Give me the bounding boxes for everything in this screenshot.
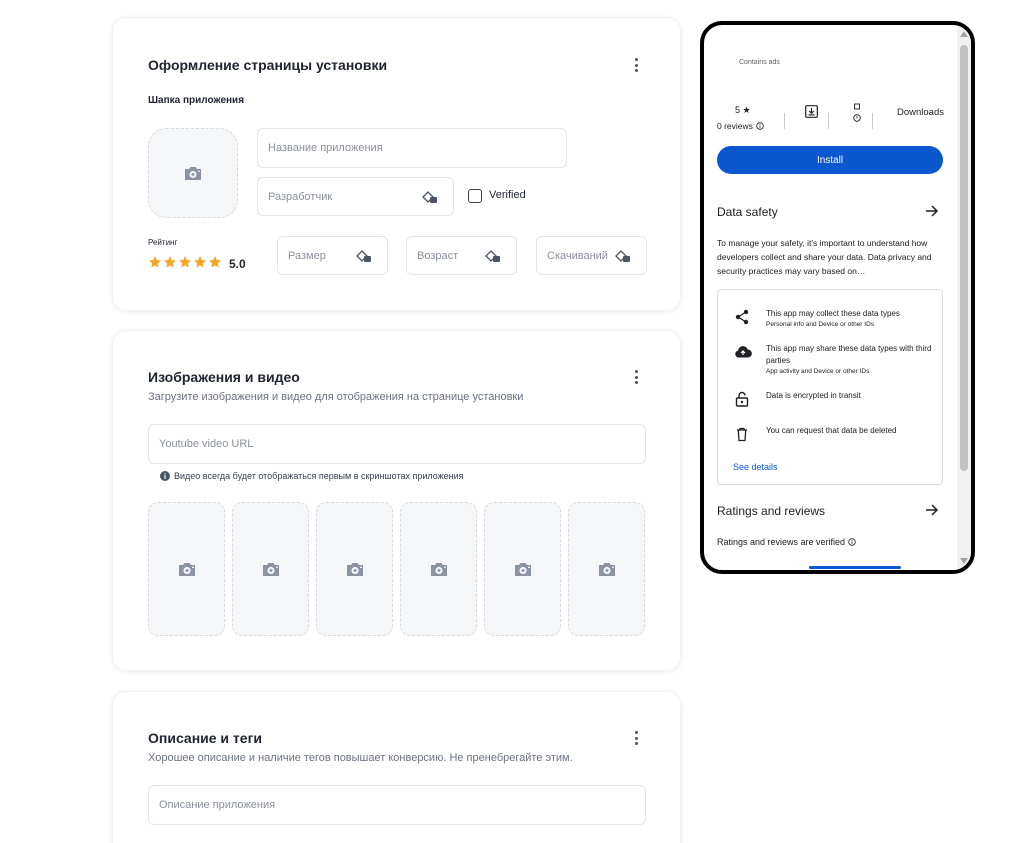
preview-reviews-text: 0 reviews xyxy=(717,121,753,131)
youtube-url-placeholder: Youtube video URL xyxy=(159,438,254,450)
star-icon[interactable] xyxy=(148,255,162,269)
app-name-placeholder: Название приложения xyxy=(268,142,383,154)
info-outline-icon xyxy=(848,538,856,546)
phone-preview: Contains ads 5 ★ 0 reviews Downloads Ins… xyxy=(700,21,975,574)
lock-icon xyxy=(735,391,749,407)
data-safety-text: To manage your safety, it's important to… xyxy=(717,238,932,276)
camera-plus-icon xyxy=(262,563,279,576)
data-safety-title: Data safety xyxy=(717,205,778,219)
safety-item-sub: Personal info and Device or other IDs xyxy=(766,321,875,328)
downloads-input[interactable]: Скачиваний xyxy=(536,236,647,275)
screenshot-upload-slot[interactable] xyxy=(148,502,225,636)
rating-label: Рейтинг xyxy=(148,238,178,247)
scroll-down-arrow-icon[interactable] xyxy=(960,558,968,564)
screenshot-upload-slot[interactable] xyxy=(232,502,309,636)
age-rating-icon xyxy=(853,103,861,122)
star-icon[interactable] xyxy=(208,255,222,269)
app-name-input[interactable]: Название приложения xyxy=(257,128,567,168)
safety-item-title: This app may share these data types with… xyxy=(766,344,932,365)
age-placeholder: Возраст xyxy=(417,249,459,262)
ai-generate-icon[interactable] xyxy=(484,248,502,264)
safety-item-sub: App activity and Device or other IDs xyxy=(766,368,870,375)
camera-plus-icon xyxy=(178,563,195,576)
see-details-link[interactable]: See details xyxy=(733,462,778,472)
stats-divider xyxy=(872,113,873,129)
data-safety-box: This app may collect these data types Pe… xyxy=(717,289,943,485)
preview-reviews: 0 reviews xyxy=(717,121,764,131)
camera-plus-icon xyxy=(185,167,201,180)
safety-item-title: This app may collect these data types xyxy=(766,309,900,318)
ratings-verified-text: Ratings and reviews are verified xyxy=(717,537,846,547)
stats-divider xyxy=(828,113,829,129)
ratings-title: Ratings and reviews xyxy=(717,504,826,518)
camera-plus-icon xyxy=(346,563,363,576)
verified-label: Verified xyxy=(489,189,526,201)
preview-scrollbar[interactable] xyxy=(957,25,971,570)
youtube-url-input[interactable]: Youtube video URL xyxy=(148,424,646,464)
safety-item-title: Data is encrypted in transit xyxy=(766,391,861,400)
scroll-thumb[interactable] xyxy=(960,45,968,471)
screenshot-upload-slot[interactable] xyxy=(400,502,477,636)
stats-divider xyxy=(784,113,785,129)
cloud-upload-icon xyxy=(735,346,752,358)
scroll-up-arrow-icon[interactable] xyxy=(960,31,968,37)
downloads-placeholder: Скачиваний xyxy=(547,249,608,262)
screenshot-upload-slot[interactable] xyxy=(484,502,561,636)
install-page-card: Оформление страницы установки Шапка прил… xyxy=(112,17,681,311)
ratings-arrow-icon[interactable] xyxy=(925,503,939,517)
info-icon xyxy=(160,471,170,481)
trash-icon xyxy=(737,427,747,442)
rating-bar-hint xyxy=(809,566,901,569)
media-subtitle: Загрузите изображения и видео для отобра… xyxy=(148,391,524,403)
description-menu-icon[interactable] xyxy=(632,731,640,745)
ai-generate-icon[interactable] xyxy=(355,248,373,264)
preview-rating: 5 ★ xyxy=(735,105,751,115)
contains-ads-label: Contains ads xyxy=(739,59,780,66)
size-input[interactable]: Размер xyxy=(277,236,388,275)
star-icon[interactable] xyxy=(163,255,177,269)
screenshot-upload-slot[interactable] xyxy=(316,502,393,636)
safety-item-title: You can request that data be deleted xyxy=(766,426,897,435)
app-icon-upload[interactable] xyxy=(148,128,238,218)
share-icon xyxy=(735,309,749,325)
star-icon[interactable] xyxy=(178,255,192,269)
verified-checkbox[interactable] xyxy=(468,189,482,203)
age-input[interactable]: Возраст xyxy=(406,236,517,275)
download-box-icon xyxy=(805,105,818,118)
ai-generate-icon[interactable] xyxy=(614,248,632,264)
video-hint-text: Видео всегда будет отображаться первым в… xyxy=(174,471,464,481)
media-card: Изображения и видео Загрузите изображени… xyxy=(112,330,681,671)
ratings-verified: Ratings and reviews are verified xyxy=(717,537,856,547)
ai-generate-icon[interactable] xyxy=(421,189,439,205)
rating-value: 5.0 xyxy=(229,257,246,271)
screenshot-upload-slot[interactable] xyxy=(568,502,645,636)
star-icon[interactable] xyxy=(193,255,207,269)
video-hint: Видео всегда будет отображаться первым в… xyxy=(160,471,464,481)
install-page-menu-icon[interactable] xyxy=(632,58,640,72)
install-page-title: Оформление страницы установки xyxy=(148,57,388,73)
developer-placeholder: Разработчик xyxy=(268,190,333,203)
info-outline-icon xyxy=(756,122,764,130)
description-title: Описание и теги xyxy=(148,730,263,746)
size-placeholder: Размер xyxy=(288,249,326,262)
downloads-label: Downloads xyxy=(897,107,944,118)
app-header-label: Шапка приложения xyxy=(148,95,245,106)
preview-content[interactable]: Contains ads 5 ★ 0 reviews Downloads Ins… xyxy=(704,25,958,570)
developer-input[interactable]: Разработчик xyxy=(257,177,454,216)
media-title: Изображения и видео xyxy=(148,369,300,385)
camera-plus-icon xyxy=(430,563,447,576)
camera-plus-icon xyxy=(598,563,615,576)
media-menu-icon[interactable] xyxy=(632,370,640,384)
description-input[interactable]: Описание приложения xyxy=(148,785,646,825)
description-placeholder: Описание приложения xyxy=(159,799,276,811)
camera-plus-icon xyxy=(514,563,531,576)
install-button[interactable]: Install xyxy=(717,146,943,174)
rating-stars[interactable] xyxy=(148,255,222,269)
description-subtitle: Хорошее описание и наличие тегов повышае… xyxy=(148,752,573,764)
data-safety-arrow-icon[interactable] xyxy=(925,204,939,218)
description-card: Описание и теги Хорошее описание и налич… xyxy=(112,691,681,843)
